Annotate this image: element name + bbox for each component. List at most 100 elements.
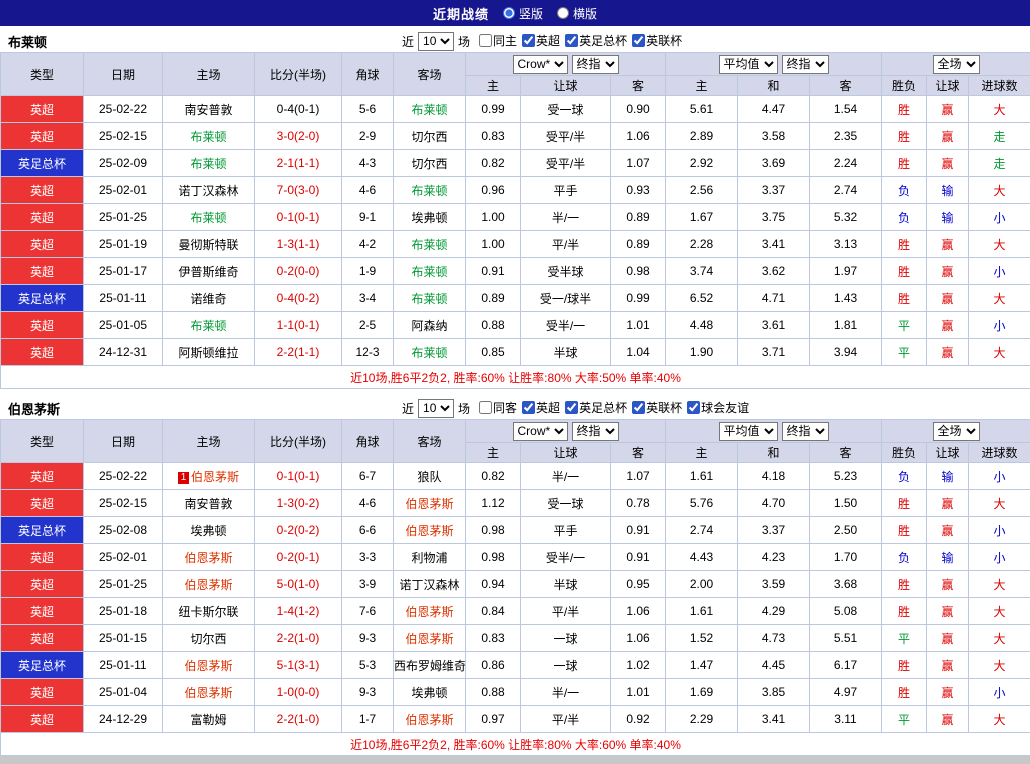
match-count-select[interactable]: 10: [418, 399, 454, 418]
goals-result: 小: [969, 258, 1030, 285]
score[interactable]: 0-1(0-1): [255, 204, 342, 231]
filter-option[interactable]: 球会友谊: [687, 399, 749, 416]
filter-label: 球会友谊: [701, 399, 749, 416]
league-type: 英超: [1, 463, 84, 490]
subcol-handicap-result: 让球: [927, 443, 969, 463]
match-row: 英足总杯25-01-11伯恩茅斯5-1(3-1)5-3西布罗姆维奇0.86一球1…: [1, 652, 1030, 679]
avg-draw-odds: 4.23: [738, 544, 810, 571]
score[interactable]: 0-4(0-1): [255, 96, 342, 123]
corners: 9-1: [342, 204, 394, 231]
handicap-result: 赢: [927, 490, 969, 517]
odds-provider-select[interactable]: Crow*: [513, 55, 568, 74]
corners: 9-3: [342, 679, 394, 706]
average-select[interactable]: 平均值: [719, 422, 778, 441]
corners: 4-6: [342, 177, 394, 204]
horizontal-layout-radio[interactable]: [557, 7, 569, 19]
filter-checkboxes: 同主英超英足总杯英联杯: [474, 32, 682, 50]
avg-draw-odds: 4.73: [738, 625, 810, 652]
avg-away-odds: 2.50: [810, 517, 882, 544]
avg-away-odds: 5.08: [810, 598, 882, 625]
filter-checkbox[interactable]: [522, 401, 535, 414]
match-date: 25-02-01: [84, 177, 163, 204]
subcol-goals-result: 进球数: [969, 76, 1030, 96]
average-select[interactable]: 平均值: [719, 55, 778, 74]
ah-home-odds: 0.84: [466, 598, 521, 625]
odds-provider-select[interactable]: Crow*: [513, 422, 568, 441]
col-header-score: 比分(半场): [255, 53, 342, 96]
corners: 4-2: [342, 231, 394, 258]
score[interactable]: 0-2(0-0): [255, 258, 342, 285]
average-stage-select[interactable]: 终指: [782, 55, 829, 74]
ah-away-odds: 0.92: [611, 706, 666, 733]
score[interactable]: 1-3(0-2): [255, 490, 342, 517]
outcome-result: 负: [882, 544, 927, 571]
score[interactable]: 2-2(1-0): [255, 706, 342, 733]
full-match-select[interactable]: 全场: [933, 422, 980, 441]
team-recent-table: 类型 日期 主场 比分(半场) 角球 客场 Crow*终指 平均值终指 全场: [0, 419, 1030, 756]
full-match-select[interactable]: 全场: [933, 55, 980, 74]
score[interactable]: 2-2(1-1): [255, 339, 342, 366]
handicap-odds-group: Crow*终指: [466, 420, 666, 443]
score[interactable]: 7-0(3-0): [255, 177, 342, 204]
horizontal-layout-label: 横版: [573, 5, 597, 22]
layout-option-horizontal[interactable]: 横版: [557, 5, 597, 22]
score[interactable]: 0-4(0-2): [255, 285, 342, 312]
filter-option[interactable]: 英联杯: [632, 32, 682, 49]
layout-option-vertical[interactable]: 竖版: [503, 5, 543, 22]
home-team: 南安普敦: [163, 96, 255, 123]
avg-draw-odds: 4.47: [738, 96, 810, 123]
odds-stage-select[interactable]: 终指: [572, 55, 619, 74]
away-team: 西布罗姆维奇: [394, 652, 466, 679]
avg-away-odds: 5.51: [810, 625, 882, 652]
filter-option[interactable]: 英联杯: [632, 399, 682, 416]
league-type: 英超: [1, 571, 84, 598]
corners: 1-9: [342, 258, 394, 285]
filter-checkbox[interactable]: [522, 34, 535, 47]
average-stage-select[interactable]: 终指: [782, 422, 829, 441]
score[interactable]: 5-0(1-0): [255, 571, 342, 598]
avg-away-odds: 2.24: [810, 150, 882, 177]
score[interactable]: 0-2(0-2): [255, 517, 342, 544]
filter-option[interactable]: 英足总杯: [565, 399, 627, 416]
score[interactable]: 3-0(2-0): [255, 123, 342, 150]
outcome-result: 胜: [882, 231, 927, 258]
filter-checkbox[interactable]: [565, 34, 578, 47]
ah-away-odds: 1.06: [611, 598, 666, 625]
filter-checkbox[interactable]: [687, 401, 700, 414]
score[interactable]: 2-2(1-0): [255, 625, 342, 652]
ah-line: 受平/半: [521, 150, 611, 177]
score[interactable]: 5-1(3-1): [255, 652, 342, 679]
filter-checkbox[interactable]: [632, 34, 645, 47]
filter-option[interactable]: 英超: [522, 32, 560, 49]
vertical-layout-radio[interactable]: [503, 7, 515, 19]
ah-line: 平/半: [521, 706, 611, 733]
league-type: 英超: [1, 339, 84, 366]
goals-result: 大: [969, 490, 1030, 517]
filter-checkbox[interactable]: [632, 401, 645, 414]
score[interactable]: 0-1(0-1): [255, 463, 342, 490]
ah-away-odds: 1.07: [611, 463, 666, 490]
away-team: 布莱顿: [394, 231, 466, 258]
ah-line: 半/一: [521, 679, 611, 706]
odds-stage-select[interactable]: 终指: [572, 422, 619, 441]
score[interactable]: 1-0(0-0): [255, 679, 342, 706]
match-count-select[interactable]: 10: [418, 32, 454, 51]
filter-option[interactable]: 英足总杯: [565, 32, 627, 49]
filter-option[interactable]: 同主: [479, 32, 517, 49]
filter-checkbox[interactable]: [479, 34, 492, 47]
ah-away-odds: 1.07: [611, 150, 666, 177]
filter-option[interactable]: 英超: [522, 399, 560, 416]
score[interactable]: 2-1(1-1): [255, 150, 342, 177]
matches-label: 场: [458, 33, 470, 50]
summary-text: 近10场,胜6平2负2, 胜率:60% 让胜率:80% 大率:60% 单率:40…: [1, 733, 1030, 756]
match-row: 英超24-12-31阿斯顿维拉2-2(1-1)12-3布莱顿0.85半球1.04…: [1, 339, 1030, 366]
filter-option[interactable]: 同客: [479, 399, 517, 416]
score[interactable]: 0-2(0-1): [255, 544, 342, 571]
handicap-result: 输: [927, 463, 969, 490]
score[interactable]: 1-4(1-2): [255, 598, 342, 625]
filter-checkbox[interactable]: [565, 401, 578, 414]
score[interactable]: 1-1(0-1): [255, 312, 342, 339]
score[interactable]: 1-3(1-1): [255, 231, 342, 258]
filter-checkbox[interactable]: [479, 401, 492, 414]
home-team: 切尔西: [163, 625, 255, 652]
